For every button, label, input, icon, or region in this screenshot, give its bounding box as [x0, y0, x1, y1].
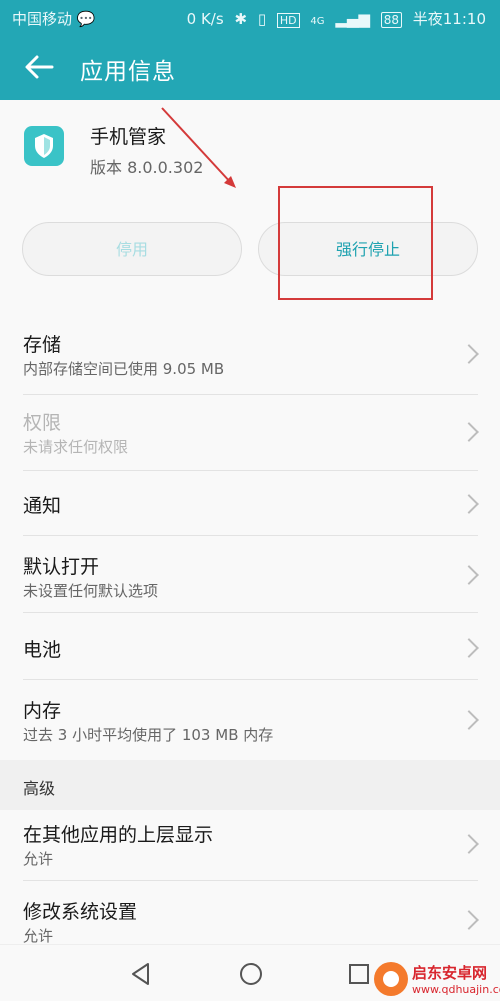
signal-icon: ▂▄▆: [335, 10, 370, 28]
section-header-advanced: 高级: [0, 760, 500, 810]
watermark-icon: [374, 962, 408, 996]
settings-row-permissions[interactable]: 权限 未请求任何权限: [0, 395, 500, 470]
network-type: 4G: [310, 16, 325, 27]
row-title: 存储: [23, 334, 62, 356]
disable-button[interactable]: 停用: [22, 222, 242, 276]
row-subtitle: 内部存储空间已使用 9.05 MB: [23, 360, 225, 378]
app-icon: [24, 126, 64, 166]
chat-bubble-icon: 💬: [76, 10, 96, 28]
chevron-right-icon: [459, 494, 479, 514]
row-subtitle: 允许: [23, 850, 54, 868]
status-bar: 中国移动 💬 0 K/s ✱ ▯ HD 4G ▂▄▆ 88 半夜11:10: [0, 0, 500, 34]
row-title: 电池: [23, 639, 62, 661]
watermark-name: 启东安卓网: [412, 964, 488, 982]
home-circle-icon[interactable]: [236, 959, 266, 989]
settings-row-default-open[interactable]: 默认打开 未设置任何默认选项: [0, 536, 500, 612]
row-subtitle: 过去 3 小时平均使用了 103 MB 内存: [23, 726, 274, 744]
settings-row-battery[interactable]: 电池: [0, 613, 500, 679]
chevron-right-icon: [459, 834, 479, 854]
shield-icon: [35, 134, 53, 158]
recents-square-icon[interactable]: [344, 959, 374, 989]
chevron-right-icon: [459, 344, 479, 364]
hd-icon: HD: [276, 13, 300, 28]
row-title: 内存: [23, 700, 62, 722]
watermark-logo: 启东安卓网 www.qdhuajin.com: [374, 962, 500, 1000]
row-title: 默认打开: [23, 556, 100, 578]
vibrate-icon: ▯: [257, 10, 267, 28]
app-name: 手机管家: [90, 126, 167, 148]
chevron-right-icon: [459, 565, 479, 585]
settings-row-memory[interactable]: 内存 过去 3 小时平均使用了 103 MB 内存: [0, 680, 500, 760]
chevron-right-icon: [459, 422, 479, 442]
battery-level: 88: [380, 12, 402, 28]
settings-row-storage[interactable]: 存储 内部存储空间已使用 9.05 MB: [0, 318, 500, 394]
page-title: 应用信息: [80, 59, 176, 85]
settings-row-notifications[interactable]: 通知: [0, 471, 500, 535]
settings-row-draw-over-apps[interactable]: 在其他应用的上层显示 允许: [0, 810, 500, 880]
row-title: 通知: [23, 495, 62, 517]
settings-row-modify-system[interactable]: 修改系统设置 允许: [0, 881, 500, 944]
row-subtitle: 未请求任何权限: [23, 438, 129, 456]
carrier-label: 中国移动: [12, 10, 73, 28]
row-title: 在其他应用的上层显示: [23, 824, 214, 846]
watermark-url: www.qdhuajin.com: [412, 983, 500, 996]
row-subtitle: 允许: [23, 927, 54, 943]
clock: 半夜11:10: [412, 10, 486, 28]
row-title: 修改系统设置: [23, 901, 138, 923]
chevron-right-icon: [459, 710, 479, 730]
network-speed: 0 K/s: [186, 10, 224, 28]
bluetooth-icon: ✱: [234, 10, 248, 28]
section-title: 高级: [23, 779, 56, 798]
app-bar: 应用信息: [0, 34, 500, 100]
chevron-right-icon: [459, 910, 479, 930]
back-triangle-icon[interactable]: [126, 959, 156, 989]
force-stop-button[interactable]: 强行停止: [258, 222, 478, 276]
row-title: 权限: [23, 412, 62, 434]
app-version: 版本 8.0.0.302: [90, 158, 204, 177]
chevron-right-icon: [459, 638, 479, 658]
row-subtitle: 未设置任何默认选项: [23, 582, 159, 600]
app-header: 手机管家 版本 8.0.0.302: [0, 100, 500, 200]
arrow-left-icon[interactable]: [22, 50, 56, 84]
